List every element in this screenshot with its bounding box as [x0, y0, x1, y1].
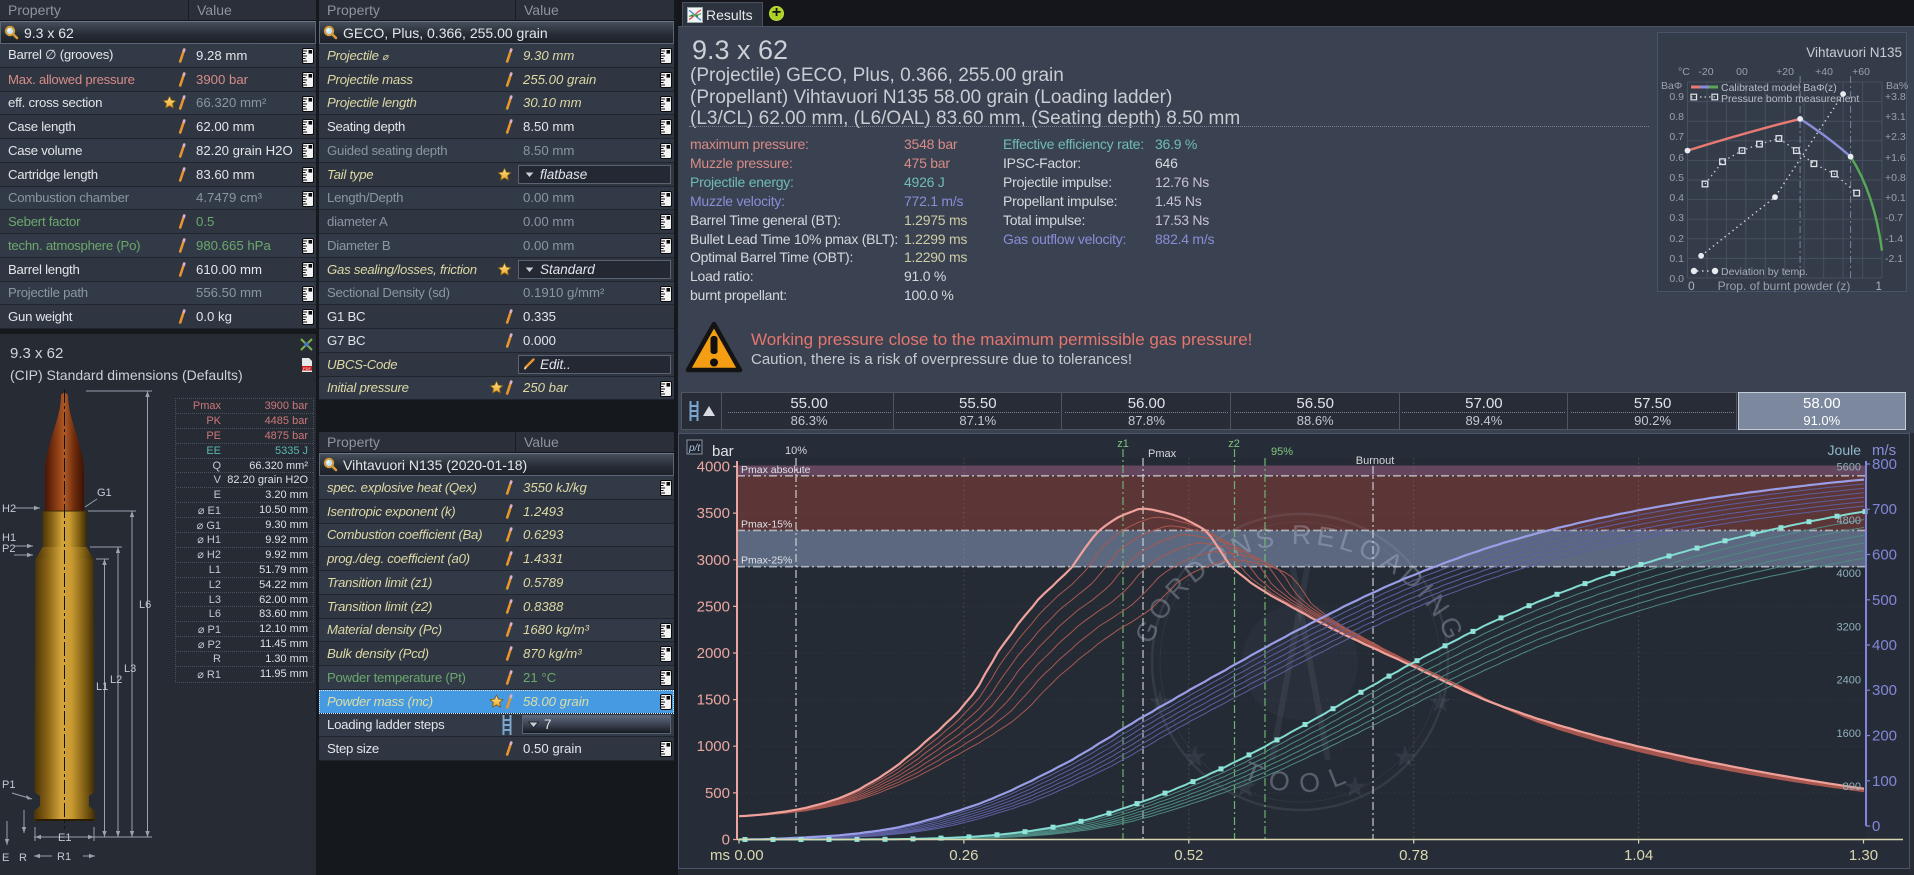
svg-text:Pressure bomb measurement: Pressure bomb measurement [1721, 93, 1859, 105]
svg-text:500: 500 [1872, 592, 1897, 609]
svg-text:-2.1: -2.1 [1885, 253, 1903, 265]
svg-text:+3.8: +3.8 [1885, 91, 1906, 103]
svg-text:L2: L2 [110, 674, 122, 686]
svg-text:800: 800 [1843, 781, 1861, 793]
svg-text:2500: 2500 [697, 598, 730, 615]
svg-text:Deviation by temp.: Deviation by temp. [1721, 266, 1808, 278]
svg-text:1.04: 1.04 [1624, 847, 1653, 864]
svg-text:1500: 1500 [697, 692, 730, 709]
svg-text:Burnout: Burnout [1356, 455, 1395, 467]
svg-text:1.30: 1.30 [1849, 847, 1878, 864]
svg-text:4800: 4800 [1837, 515, 1861, 527]
svg-text:Joule: Joule [1828, 442, 1862, 458]
svg-text:L3: L3 [124, 663, 136, 675]
svg-text:+2.3: +2.3 [1885, 131, 1906, 143]
svg-text:0.0: 0.0 [1669, 273, 1684, 285]
svg-text:4000: 4000 [697, 459, 730, 476]
svg-text:2000: 2000 [697, 645, 730, 662]
svg-text:+40: +40 [1815, 66, 1833, 78]
svg-text:ms: ms [710, 847, 730, 864]
svg-text:Vihtavuori N135: Vihtavuori N135 [1806, 45, 1902, 60]
svg-text:3500: 3500 [697, 505, 730, 522]
svg-text:00: 00 [1736, 66, 1748, 78]
svg-text:400: 400 [1872, 637, 1897, 654]
svg-text:0.5: 0.5 [1669, 172, 1684, 184]
svg-text:0.26: 0.26 [949, 847, 978, 864]
svg-text:10%: 10% [785, 445, 807, 457]
svg-text:1600: 1600 [1837, 728, 1861, 740]
svg-text:L6: L6 [139, 599, 151, 611]
svg-text:z2: z2 [1228, 438, 1240, 450]
svg-text:+20: +20 [1776, 66, 1794, 78]
svg-text:E: E [2, 852, 9, 864]
svg-text:R1: R1 [57, 851, 71, 863]
svg-text:E1: E1 [58, 832, 71, 844]
svg-text:3200: 3200 [1837, 621, 1861, 633]
svg-text:P2: P2 [2, 543, 15, 555]
svg-text:0.7: 0.7 [1669, 131, 1684, 143]
svg-text:+1.6: +1.6 [1885, 152, 1906, 164]
svg-text:0: 0 [722, 832, 730, 849]
svg-text:p/t: p/t [688, 443, 701, 454]
svg-text:+60: +60 [1852, 66, 1870, 78]
svg-text:700: 700 [1872, 501, 1897, 518]
svg-text:P1: P1 [2, 779, 15, 791]
svg-text:-1.4: -1.4 [1885, 233, 1903, 245]
svg-text:z1: z1 [1117, 438, 1129, 450]
svg-text:Pmax-15%: Pmax-15% [741, 518, 792, 530]
svg-text:0.1: 0.1 [1669, 253, 1684, 265]
svg-text:200: 200 [1872, 728, 1897, 745]
svg-text:+0.8: +0.8 [1885, 172, 1906, 184]
svg-text:0.00: 0.00 [734, 847, 763, 864]
svg-text:2400: 2400 [1837, 675, 1861, 687]
svg-text:0.78: 0.78 [1399, 847, 1428, 864]
svg-text:bar: bar [712, 443, 734, 460]
svg-text:300: 300 [1872, 682, 1897, 699]
svg-text:H2: H2 [2, 503, 16, 515]
svg-text:m/s: m/s [1872, 442, 1896, 459]
svg-text:0.3: 0.3 [1669, 212, 1684, 224]
svg-text:+0.1: +0.1 [1885, 192, 1906, 204]
svg-text:Pmax: Pmax [1148, 448, 1177, 460]
svg-text:1: 1 [1875, 279, 1882, 293]
svg-text:4000: 4000 [1837, 568, 1861, 580]
svg-text:100: 100 [1872, 773, 1897, 790]
svg-text:95%: 95% [1271, 446, 1293, 458]
svg-text:5600: 5600 [1837, 462, 1861, 474]
svg-text:0.6: 0.6 [1669, 152, 1684, 164]
svg-text:0: 0 [1688, 279, 1695, 293]
svg-text:+3.1: +3.1 [1885, 111, 1906, 123]
svg-text:G1: G1 [97, 487, 112, 499]
svg-text:500: 500 [705, 785, 730, 802]
svg-text:600: 600 [1872, 547, 1897, 564]
svg-text:Pmax-25%: Pmax-25% [741, 555, 792, 567]
svg-text:0.2: 0.2 [1669, 233, 1684, 245]
svg-text:3000: 3000 [697, 552, 730, 569]
svg-text:R: R [19, 852, 27, 864]
svg-text:0.4: 0.4 [1669, 192, 1684, 204]
svg-text:Prop. of burnt powder (z): Prop. of burnt powder (z) [1718, 279, 1851, 293]
svg-text:1000: 1000 [697, 738, 730, 755]
svg-text:0.9: 0.9 [1669, 91, 1684, 103]
svg-text:0: 0 [1872, 818, 1880, 835]
svg-text:0.8: 0.8 [1669, 111, 1684, 123]
svg-text:°C: °C [1678, 66, 1690, 78]
svg-text:PDF: PDF [303, 366, 312, 371]
svg-text:L1: L1 [96, 681, 108, 693]
svg-text:-0.7: -0.7 [1885, 212, 1903, 224]
svg-text:Pmax absolute: Pmax absolute [741, 464, 811, 476]
svg-text:-20: -20 [1698, 66, 1713, 78]
svg-text:0.52: 0.52 [1174, 847, 1203, 864]
